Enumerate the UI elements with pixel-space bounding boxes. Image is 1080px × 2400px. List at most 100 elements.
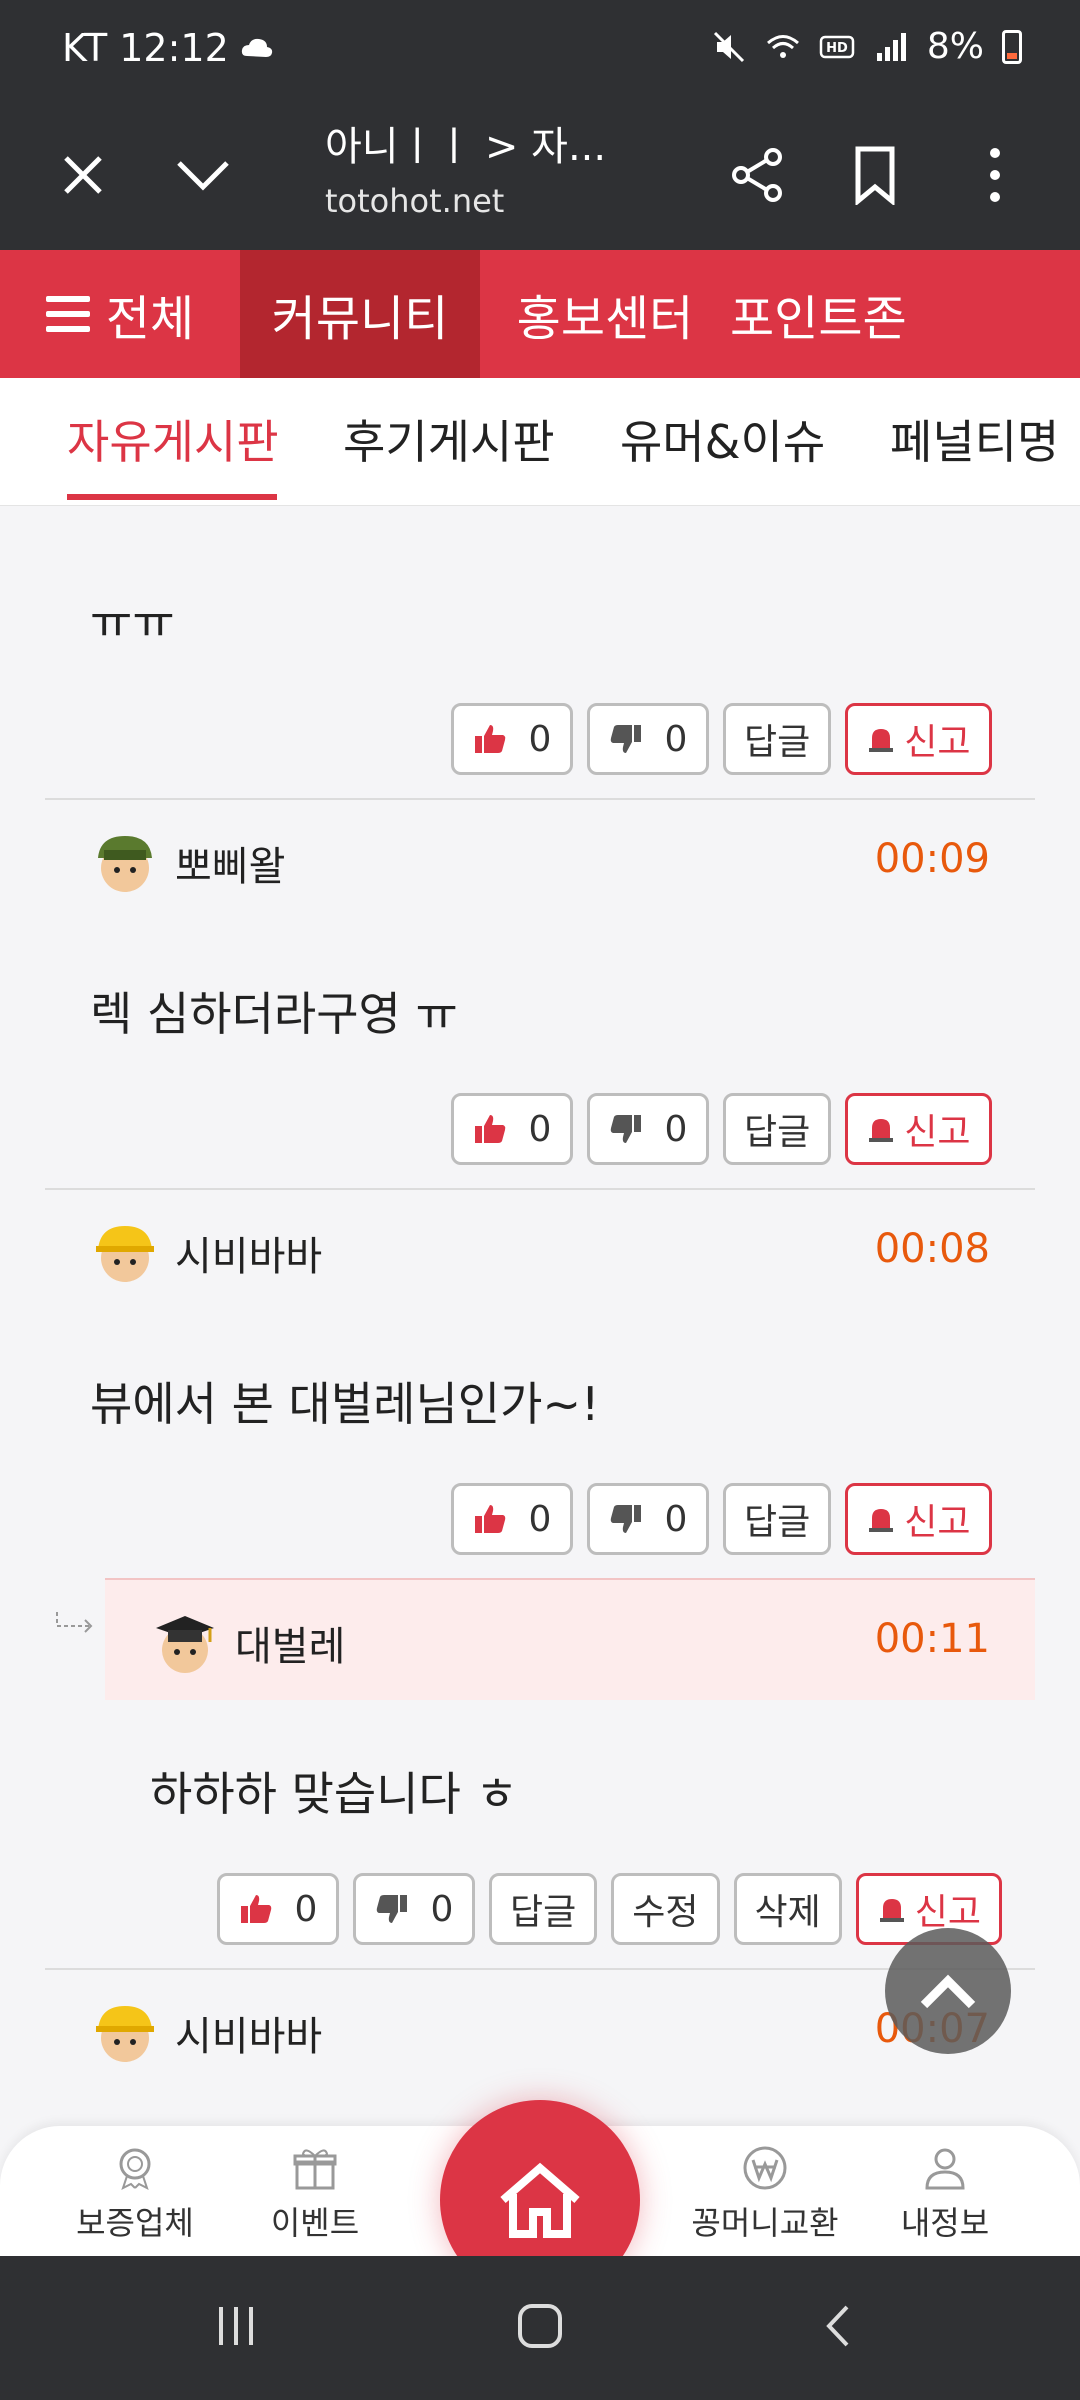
thumbs-up-icon (474, 1505, 505, 1533)
reply-arrow-icon (56, 1612, 93, 1633)
home-icon (500, 2162, 580, 2238)
siren-icon (879, 1899, 904, 1922)
report-button[interactable]: 신고 (845, 1483, 992, 1555)
gift-icon (293, 2149, 337, 2190)
like-button[interactable]: 0 (451, 1483, 573, 1555)
comment-username[interactable]: 시비바바 (175, 1224, 322, 1282)
mute-icon (713, 31, 744, 62)
thumbs-down-icon (610, 1115, 641, 1143)
comment-username[interactable]: 대벌레 (235, 1614, 345, 1672)
comment-username[interactable]: 뽀삐왈 (175, 834, 285, 892)
bottom-nav-guarantee[interactable]: 보증업체 (45, 2144, 225, 2244)
chevron-down-icon (177, 161, 229, 191)
comment-time: 00:09 (874, 836, 990, 882)
bottom-nav-money-exchange[interactable]: 꽁머니교환 (675, 2144, 855, 2244)
reply-button[interactable]: 답글 (723, 1093, 832, 1165)
bottom-nav-event[interactable]: 이벤트 (225, 2144, 405, 2244)
comment-header: 뽀삐왈 00:09 (45, 800, 1035, 920)
thumbs-up-icon (474, 725, 505, 753)
report-button[interactable]: 신고 (845, 1093, 992, 1165)
recent-apps-button[interactable] (196, 2296, 276, 2356)
reply-button[interactable]: 답글 (723, 1483, 832, 1555)
comment-username[interactable]: 시비바바 (175, 2004, 322, 2062)
tab-free-board[interactable]: 자유게시판 (67, 406, 279, 472)
reply-button[interactable]: 답글 (489, 1873, 598, 1945)
sub-tabs: 자유게시판 후기게시판 유머&이슈 페널티명 (0, 378, 1080, 506)
thumbs-down-icon (610, 725, 641, 753)
signal-icon (876, 32, 906, 61)
expand-button[interactable] (158, 130, 248, 220)
bookmark-button[interactable] (830, 130, 920, 220)
report-button[interactable]: 신고 (845, 703, 992, 775)
like-count: 0 (528, 718, 552, 760)
more-vertical-icon (990, 148, 1000, 202)
thumbs-up-icon (240, 1895, 271, 1923)
comment-list: ㅠㅠ 0 0 답글 신고 뽀삐왈 00:09 렉 심하더라구영 ㅠ 0 0 답글 (0, 506, 1080, 2126)
bookmark-icon (855, 146, 895, 205)
siren-icon (869, 729, 894, 752)
battery-icon (1002, 29, 1022, 64)
share-icon (732, 148, 782, 202)
won-coin-icon (743, 2146, 787, 2190)
menu-icon (45, 296, 90, 332)
like-count: 0 (528, 1108, 552, 1150)
page-title: 아니ㅣㅣ > 자... (325, 124, 607, 170)
like-button[interactable]: 0 (451, 703, 573, 775)
nav-promo-center[interactable]: 홍보센터 (480, 250, 730, 378)
avatar (96, 1226, 154, 1282)
report-label: 신고 (904, 722, 971, 763)
more-menu-button[interactable] (950, 130, 1040, 220)
nav-community[interactable]: 커뮤니티 (240, 250, 480, 378)
user-icon (925, 2148, 965, 2190)
active-tab-indicator (67, 494, 277, 500)
delete-button[interactable]: 삭제 (733, 1873, 842, 1945)
dislike-count: 0 (664, 1108, 688, 1150)
reply-header: 대벌레 00:11 (105, 1580, 1035, 1700)
status-bar: KT 12:12 HD 8% (0, 0, 1080, 100)
tab-review-board[interactable]: 후기게시판 (343, 406, 555, 472)
nav-point-zone[interactable]: 포인트존 (730, 250, 980, 378)
bottom-nav-label: 보증업체 (76, 2204, 194, 2242)
like-button[interactable]: 0 (451, 1093, 573, 1165)
chevron-up-icon (920, 1974, 976, 2009)
close-tab-button[interactable] (38, 130, 128, 220)
share-button[interactable] (712, 130, 802, 220)
nav-all-menu[interactable]: 전체 (0, 250, 240, 378)
comment-text: 하하하 맞습니다 ㅎ (150, 1767, 518, 1821)
close-icon (64, 156, 102, 194)
edit-button[interactable]: 수정 (611, 1873, 720, 1945)
reply-button[interactable]: 답글 (723, 703, 832, 775)
comment-actions: 0 0 답글 신고 (451, 1093, 992, 1165)
battery-level: 8% (926, 26, 984, 67)
bottom-nav-my-info[interactable]: 내정보 (855, 2144, 1035, 2244)
avatar (96, 2006, 154, 2062)
report-label: 신고 (904, 1112, 971, 1153)
bottom-nav-label: 내정보 (900, 2204, 990, 2242)
dislike-button[interactable]: 0 (587, 1483, 709, 1555)
scroll-top-button[interactable] (885, 1928, 1011, 2054)
back-button[interactable] (800, 2296, 880, 2356)
wifi-icon (766, 34, 799, 58)
dislike-count: 0 (664, 1498, 688, 1540)
avatar (98, 836, 152, 892)
nav-all-label: 전체 (105, 291, 195, 347)
comment-text: 렉 심하더라구영 ㅠ (90, 987, 458, 1041)
home-nav-button[interactable] (500, 2296, 580, 2356)
svg-text:HD: HD (826, 41, 848, 56)
dislike-button[interactable]: 0 (587, 703, 709, 775)
siren-icon (869, 1119, 894, 1142)
dislike-count: 0 (664, 718, 688, 760)
dislike-count: 0 (430, 1888, 454, 1930)
comment-actions: 0 0 답글 수정 삭제 신고 (217, 1873, 1002, 1945)
like-button[interactable]: 0 (217, 1873, 339, 1945)
report-label: 신고 (904, 1502, 971, 1543)
tab-humor-issue[interactable]: 유머&이슈 (620, 406, 825, 472)
tab-penalty[interactable]: 페널티명 (890, 406, 1059, 472)
carrier-time: KT 12:12 (62, 26, 229, 70)
dislike-button[interactable]: 0 (353, 1873, 475, 1945)
comment-header: 시비바바 00:08 (45, 1190, 1035, 1310)
back-icon (826, 2305, 849, 2347)
dislike-button[interactable]: 0 (587, 1093, 709, 1165)
page-url[interactable]: totohot.net (325, 182, 504, 220)
thumbs-down-icon (376, 1895, 407, 1923)
